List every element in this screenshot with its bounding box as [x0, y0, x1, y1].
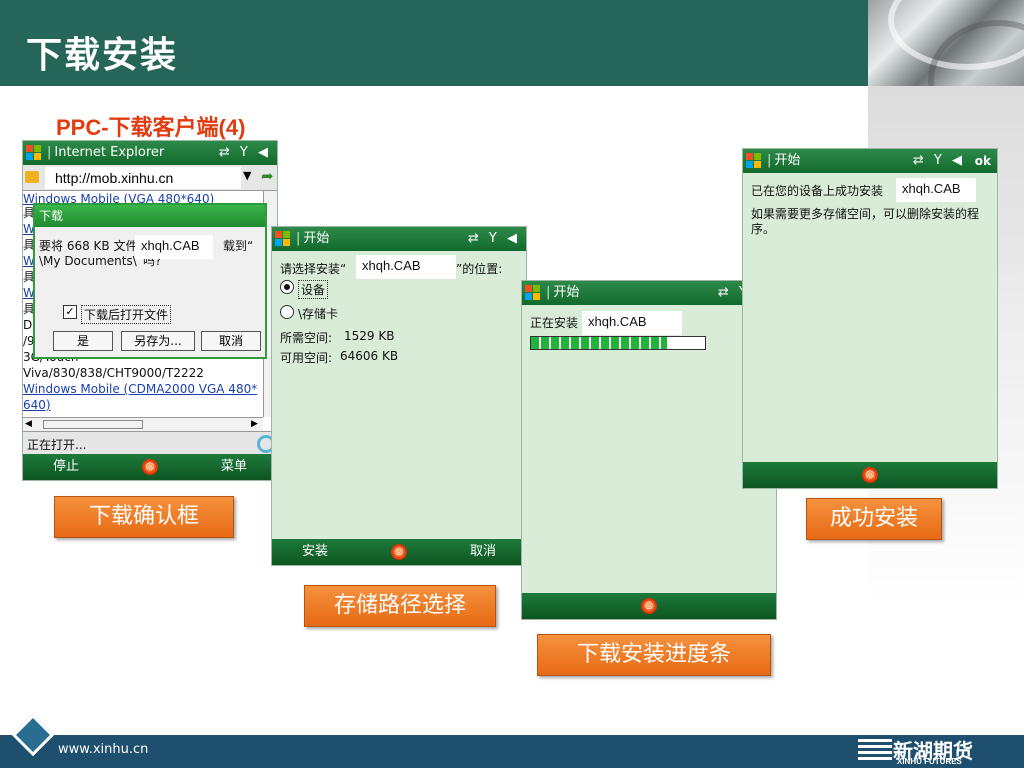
- dialog-title: 下载: [39, 209, 64, 223]
- phone-install-success: 开始 ⇄ Y ◀ ok 已在您的设备上成功安装 xhqh.CAB 如果需要更多存…: [742, 148, 998, 489]
- phone-storage-select: 开始 ⇄ Y ◀ 请选择安装“ ”的位置: xhqh.CAB 设备 \存储卡 所…: [271, 226, 527, 566]
- success-message: 已在您的设备上成功安装: [751, 184, 884, 198]
- file-name-label: xhqh.CAB: [356, 255, 456, 279]
- company-logo-icon: [858, 739, 892, 763]
- caption-storage-path: 存储路径选择: [304, 585, 496, 627]
- caption-install-success: 成功安装: [806, 498, 942, 540]
- page-link[interactable]: 640): [23, 397, 259, 413]
- phone-titlebar: 开始 ⇄ Y ◀: [522, 281, 776, 305]
- softkey-bar: ◎: [522, 593, 776, 619]
- scroll-right-icon[interactable]: ▶: [251, 419, 258, 429]
- url-input[interactable]: http://mob.xinhu.cn: [45, 167, 241, 189]
- status-icons: ⇄ Y ◀: [467, 231, 520, 246]
- install-prompt: 请选择安装“: [280, 262, 347, 276]
- cancel-button[interactable]: 取消: [201, 331, 261, 351]
- phone-titlebar: 开始 ⇄ Y ◀ ok: [743, 149, 997, 173]
- download-dialog: 下载 要将 668 KB 文件 载到“ \My Documents\”吗? xh…: [33, 203, 267, 359]
- phone-install-progress: 开始 ⇄ Y ◀ 正在安装 xhqh.CAB ◎: [521, 280, 777, 620]
- device-option[interactable]: 设备: [298, 280, 329, 299]
- caption-download-confirm: 下载确认框: [54, 496, 234, 538]
- phone-title: 开始: [296, 227, 329, 251]
- open-after-download-checkbox[interactable]: ✓: [63, 305, 77, 319]
- status-text: 正在打开...: [27, 438, 87, 452]
- file-name-label: xhqh.CAB: [896, 178, 976, 202]
- softkey-bar: ◎: [743, 462, 997, 488]
- save-as-button[interactable]: 另存为...: [121, 331, 195, 351]
- yes-button[interactable]: 是: [53, 331, 113, 351]
- phone-titlebar: Internet Explorer ⇄ Y ◀: [23, 141, 277, 165]
- windows-logo-icon: [26, 145, 42, 161]
- status-icons: ⇄ Y ◀: [912, 153, 965, 168]
- page-title: 下载安装: [26, 35, 179, 76]
- installing-text: 正在安装: [530, 316, 579, 330]
- softkey-bar: 停止 ◎ 菜单: [23, 454, 277, 480]
- required-space-value: 1529 KB: [344, 329, 395, 343]
- phone-title: Internet Explorer: [47, 141, 164, 165]
- status-bar: 正在打开...: [23, 431, 277, 456]
- softkey-menu[interactable]: 菜单: [221, 454, 247, 480]
- storage-hint: 如果需要更多存储空间，可以删除安装的程序。: [751, 207, 980, 236]
- caption-install-progress: 下载安装进度条: [537, 634, 771, 676]
- dropdown-arrow-icon[interactable]: ▼: [243, 169, 251, 182]
- checkbox-label[interactable]: 下载后打开文件: [81, 305, 172, 324]
- footer-url[interactable]: www.xinhu.cn: [58, 742, 148, 757]
- slide-subtitle: PPC-下载客户端(4): [56, 115, 246, 140]
- install-prompt-end: ”的位置:: [456, 262, 503, 276]
- lock-icon: [25, 171, 39, 183]
- dialog-message-1-end: 载到“: [223, 239, 254, 253]
- windows-logo-icon: [525, 285, 541, 301]
- phone-titlebar: 开始 ⇄ Y ◀: [272, 227, 526, 251]
- available-space-label: 可用空间:: [280, 351, 333, 365]
- windows-logo-icon: [746, 153, 762, 169]
- softkey-install[interactable]: 安装: [302, 539, 328, 565]
- center-logo-icon[interactable]: ◎: [391, 544, 407, 560]
- windows-logo-icon: [275, 231, 291, 247]
- softkey-stop[interactable]: 停止: [53, 454, 79, 480]
- softkey-cancel[interactable]: 取消: [470, 539, 496, 565]
- horizontal-scrollbar[interactable]: ◀ ▶: [23, 417, 263, 431]
- company-logo-en: XINHU FUTURES: [897, 757, 962, 766]
- file-name-label: xhqh.CAB: [135, 235, 213, 259]
- center-logo-icon[interactable]: ◎: [142, 459, 158, 475]
- phone-title: 开始: [546, 281, 579, 305]
- page-line: Viva/830/838/CHT9000/T2222: [23, 366, 204, 380]
- address-bar[interactable]: http://mob.xinhu.cn ▼ ➦: [23, 165, 277, 191]
- available-space-value: 64606 KB: [340, 349, 399, 363]
- center-logo-icon[interactable]: ◎: [862, 467, 878, 483]
- file-name-label: xhqh.CAB: [582, 311, 682, 335]
- status-icons: ⇄ Y ◀: [218, 145, 271, 160]
- storage-card-radio[interactable]: [280, 305, 294, 319]
- progress-fill: [531, 337, 667, 349]
- storage-card-option[interactable]: \存储卡: [298, 305, 338, 322]
- ok-button[interactable]: ok: [975, 149, 991, 173]
- center-logo-icon[interactable]: ◎: [641, 598, 657, 614]
- required-space-label: 所需空间:: [280, 331, 333, 345]
- phone-title: 开始: [767, 149, 800, 173]
- install-progress-bar: [530, 336, 706, 350]
- phone-download-confirm: Internet Explorer ⇄ Y ◀ http://mob.xinhu…: [22, 140, 278, 481]
- device-radio[interactable]: [280, 280, 294, 294]
- page-link[interactable]: Windows Mobile (CDMA2000 VGA 480*: [23, 381, 259, 397]
- dialog-titlebar: 下载: [35, 205, 265, 227]
- go-icon[interactable]: ➦: [261, 167, 274, 185]
- scroll-thumb[interactable]: [43, 420, 143, 429]
- header-decoration: [868, 0, 1024, 86]
- softkey-bar: 安装 ◎ 取消: [272, 539, 526, 565]
- scroll-left-icon[interactable]: ◀: [25, 419, 32, 429]
